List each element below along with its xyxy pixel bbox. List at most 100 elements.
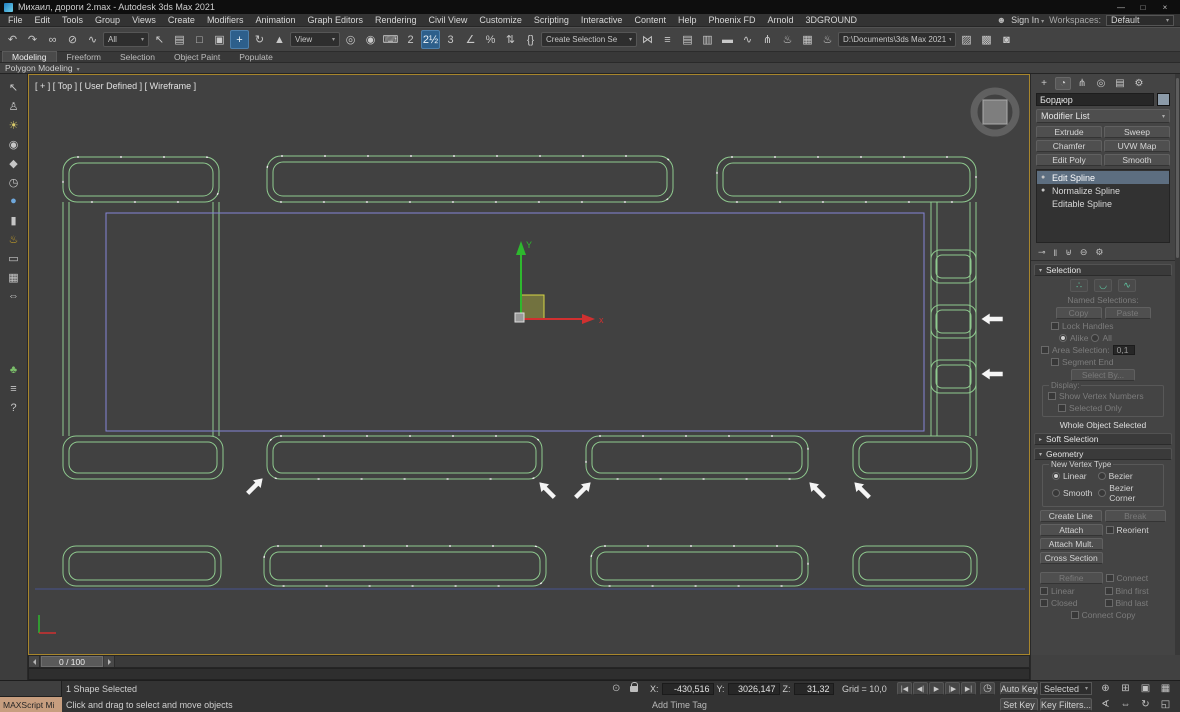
ribbon-tab-modeling[interactable]: Modeling xyxy=(2,51,57,62)
next-frame-button[interactable] xyxy=(104,656,115,667)
time-slider-handle[interactable]: 0 / 100 xyxy=(41,656,103,667)
connect-copy-checkbox[interactable] xyxy=(1071,611,1079,619)
menu-item[interactable]: Phoenix FD xyxy=(703,15,762,25)
all-radio[interactable] xyxy=(1091,334,1099,342)
lock-handles-checkbox[interactable] xyxy=(1051,322,1059,330)
geometry-icon[interactable]: ◆ xyxy=(4,155,24,171)
tab-hierarchy[interactable]: ⋔ xyxy=(1074,77,1090,90)
soft-selection-rollout-header[interactable]: Soft Selection xyxy=(1034,433,1172,445)
curve-editor-icon[interactable]: ∿ xyxy=(738,30,757,49)
toggle-scene-explorer-icon[interactable]: ▤ xyxy=(678,30,697,49)
light-icon[interactable]: ☀ xyxy=(4,117,24,133)
menu-item[interactable]: Interactive xyxy=(575,15,629,25)
maxscript-mini-listener[interactable]: MAXScript Mi xyxy=(0,697,62,712)
area-selection-checkbox[interactable] xyxy=(1041,346,1049,354)
cross-section-button[interactable]: Cross Section xyxy=(1040,552,1103,564)
bind-to-space-warp-icon[interactable]: ∿ xyxy=(83,30,102,49)
edit-named-selection-sets-icon[interactable]: {} xyxy=(521,30,540,49)
remove-modifier-icon[interactable]: ⊖ xyxy=(1080,247,1088,258)
go-to-start-icon[interactable]: |◀ xyxy=(897,682,912,695)
maxscript-listener[interactable] xyxy=(0,681,62,697)
use-pivot-point-center-icon[interactable]: ◎ xyxy=(341,30,360,49)
undo-icon[interactable]: ↶ xyxy=(3,30,22,49)
bezier-corner-vertex-radio[interactable] xyxy=(1098,489,1106,497)
y-coordinate-field[interactable]: 3026,147 xyxy=(728,683,780,695)
orbit-icon[interactable]: ↻ xyxy=(1136,697,1155,712)
auto-key-button[interactable]: Auto Key xyxy=(1000,682,1038,695)
connect-checkbox[interactable] xyxy=(1106,574,1114,582)
next-frame-icon[interactable]: |▶ xyxy=(945,682,960,695)
tab-modify[interactable]: ◔ xyxy=(1055,77,1071,90)
panel-scrollbar-thumb[interactable] xyxy=(1176,78,1179,258)
walkthrough-icon[interactable]: ♙ xyxy=(4,98,24,114)
linear-checkbox[interactable] xyxy=(1040,587,1048,595)
menu-item[interactable]: Edit xyxy=(29,15,57,25)
keyboard-shortcut-override-icon[interactable]: ⌨ xyxy=(381,30,400,49)
tab-utilities[interactable]: ⚙ xyxy=(1131,77,1147,90)
zoom-extents-all-icon[interactable]: ▦ xyxy=(1156,681,1175,696)
tab-create[interactable]: + xyxy=(1036,77,1052,90)
spline-subobject-icon[interactable]: ∿ xyxy=(1118,279,1136,292)
align-icon[interactable]: ≡ xyxy=(658,30,677,49)
list-icon[interactable]: ≡ xyxy=(4,381,24,397)
snaps-toggle-25d-icon[interactable]: 2½ xyxy=(421,30,440,49)
menu-item[interactable]: Arnold xyxy=(762,15,800,25)
rectangular-selection-region-icon[interactable]: □ xyxy=(190,30,209,49)
break-button[interactable]: Break xyxy=(1105,510,1167,522)
menu-item[interactable]: Help xyxy=(672,15,703,25)
teapot-icon[interactable]: ♨ xyxy=(4,231,24,247)
viewport-top[interactable]: [ + ] [ Top ] [ User Defined ] [ Wirefra… xyxy=(28,74,1030,655)
menu-item[interactable]: 3DGROUND xyxy=(800,15,864,25)
object-name-field[interactable]: Бордюр xyxy=(1036,93,1154,106)
close-button[interactable]: × xyxy=(1154,0,1176,14)
bezier-vertex-radio[interactable] xyxy=(1098,472,1106,480)
select-and-manipulate-icon[interactable]: ◉ xyxy=(361,30,380,49)
tree-icon[interactable]: ♣ xyxy=(4,362,24,378)
cylinder-icon[interactable]: ▮ xyxy=(4,212,24,228)
polygon-modeling-panel[interactable]: Polygon Modeling xyxy=(5,63,80,73)
vertex-subobject-icon[interactable]: ∴ xyxy=(1070,279,1088,292)
render-setup-icon[interactable]: ♨ xyxy=(778,30,797,49)
time-slider-track[interactable] xyxy=(115,656,1029,667)
workspace-dropdown[interactable]: Default xyxy=(1106,15,1174,26)
modifier-set-button[interactable]: Chamfer xyxy=(1036,140,1102,152)
menu-item[interactable]: Animation xyxy=(249,15,301,25)
modifier-visibility-icon[interactable]: ● xyxy=(1041,174,1049,181)
area-selection-value[interactable]: 0,1 xyxy=(1113,345,1135,355)
snaps-toggle-3d-icon[interactable]: 3 xyxy=(441,30,460,49)
modifier-visibility-icon[interactable]: ● xyxy=(1041,187,1049,194)
configure-modifier-sets-icon[interactable]: ⚙ xyxy=(1095,247,1103,258)
viewport-label[interactable]: [ + ] [ Top ] [ User Defined ] [ Wirefra… xyxy=(35,81,196,91)
previous-frame-icon[interactable]: ◀| xyxy=(913,682,928,695)
minimize-button[interactable]: — xyxy=(1110,0,1132,14)
modifier-set-button[interactable]: Extrude xyxy=(1036,126,1102,138)
maximize-button[interactable]: □ xyxy=(1132,0,1154,14)
menu-item[interactable]: Content xyxy=(628,15,672,25)
viewport-canvas[interactable]: Y x xyxy=(29,75,1029,654)
modifier-set-button[interactable]: Sweep xyxy=(1104,126,1170,138)
zoom-icon[interactable]: ⊕ xyxy=(1096,681,1115,696)
menu-item[interactable]: Rendering xyxy=(369,15,423,25)
alike-radio[interactable] xyxy=(1059,334,1067,342)
make-unique-icon[interactable]: ⊎ xyxy=(1065,247,1072,258)
ribbon-tab-object-paint[interactable]: Object Paint xyxy=(165,51,229,62)
select-and-scale-icon[interactable]: ▲ xyxy=(270,30,289,49)
key-selection-dropdown[interactable]: Selected xyxy=(1040,682,1092,695)
field-of-view-icon[interactable]: ∢ xyxy=(1096,697,1115,712)
render-preview-icon[interactable]: ▩ xyxy=(977,30,996,49)
select-tool-icon[interactable]: ↖ xyxy=(4,79,24,95)
pan-icon[interactable]: ⇔ xyxy=(4,288,24,304)
tab-display[interactable]: ▤ xyxy=(1112,77,1128,90)
add-time-tag[interactable]: Add Time Tag xyxy=(652,697,707,712)
sphere-icon[interactable]: ● xyxy=(4,193,24,209)
reference-coordinate-system-dropdown[interactable]: View xyxy=(290,32,340,47)
zoom-all-icon[interactable]: ⊞ xyxy=(1116,681,1135,696)
attach-button[interactable]: Attach xyxy=(1040,524,1103,536)
geometry-rollout-header[interactable]: Geometry xyxy=(1034,448,1172,460)
closed-checkbox[interactable] xyxy=(1040,599,1048,607)
select-object-icon[interactable]: ↖ xyxy=(150,30,169,49)
window-icon[interactable]: ▭ xyxy=(4,250,24,266)
snaps-toggle-2d-icon[interactable]: 2 xyxy=(401,30,420,49)
angle-snap-toggle-icon[interactable]: ∠ xyxy=(461,30,480,49)
menu-item[interactable]: Graph Editors xyxy=(301,15,369,25)
